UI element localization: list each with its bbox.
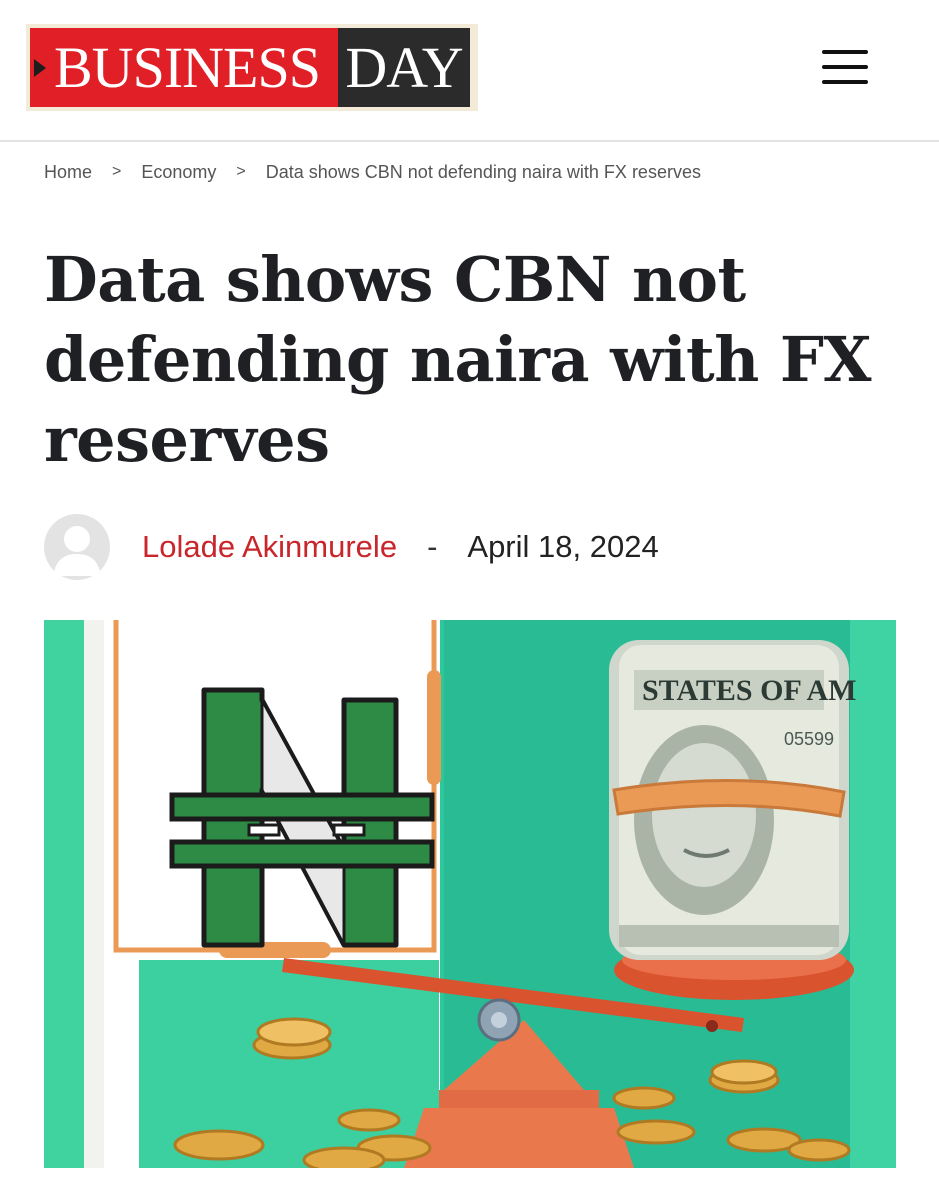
- breadcrumb-current: Data shows CBN not defending naira with …: [265, 161, 701, 182]
- naira-dollar-scale-illustration: STATES OF AM 05599: [44, 620, 896, 1168]
- breadcrumb-separator: >: [236, 163, 246, 180]
- breadcrumb-economy[interactable]: Economy: [141, 162, 216, 183]
- breadcrumb: Home > Economy > Data shows CBN not defe…: [44, 160, 701, 184]
- logo-dark-block: DAY: [338, 28, 470, 107]
- breadcrumb-home[interactable]: Home: [44, 162, 92, 183]
- logo-left-text: BUSINESS: [54, 34, 321, 100]
- author-link[interactable]: Lolade Akinmurele: [142, 529, 397, 565]
- hamburger-menu-icon[interactable]: [822, 46, 868, 88]
- logo-right-text: DAY: [345, 34, 463, 100]
- article-hero-image: STATES OF AM 05599: [44, 620, 896, 1168]
- logo-arrow-icon: [34, 59, 46, 77]
- site-header: BUSINESS DAY: [0, 0, 939, 142]
- user-icon: [53, 526, 101, 576]
- publish-date: April 18, 2024: [467, 529, 659, 564]
- note-serial: 05599: [784, 729, 834, 749]
- article-byline: Lolade Akinmurele - April 18, 2024: [44, 514, 894, 580]
- article-title: Data shows CBN not defending naira with …: [44, 243, 871, 476]
- author-avatar[interactable]: [44, 514, 110, 580]
- businessday-logo[interactable]: BUSINESS DAY: [26, 24, 478, 111]
- logo-red-block: BUSINESS: [30, 28, 338, 107]
- dollar-roll-icon: STATES OF AM 05599: [609, 640, 856, 960]
- note-text: STATES OF AM: [642, 674, 856, 707]
- byline-separator: -: [427, 529, 438, 564]
- breadcrumb-separator: >: [112, 163, 122, 180]
